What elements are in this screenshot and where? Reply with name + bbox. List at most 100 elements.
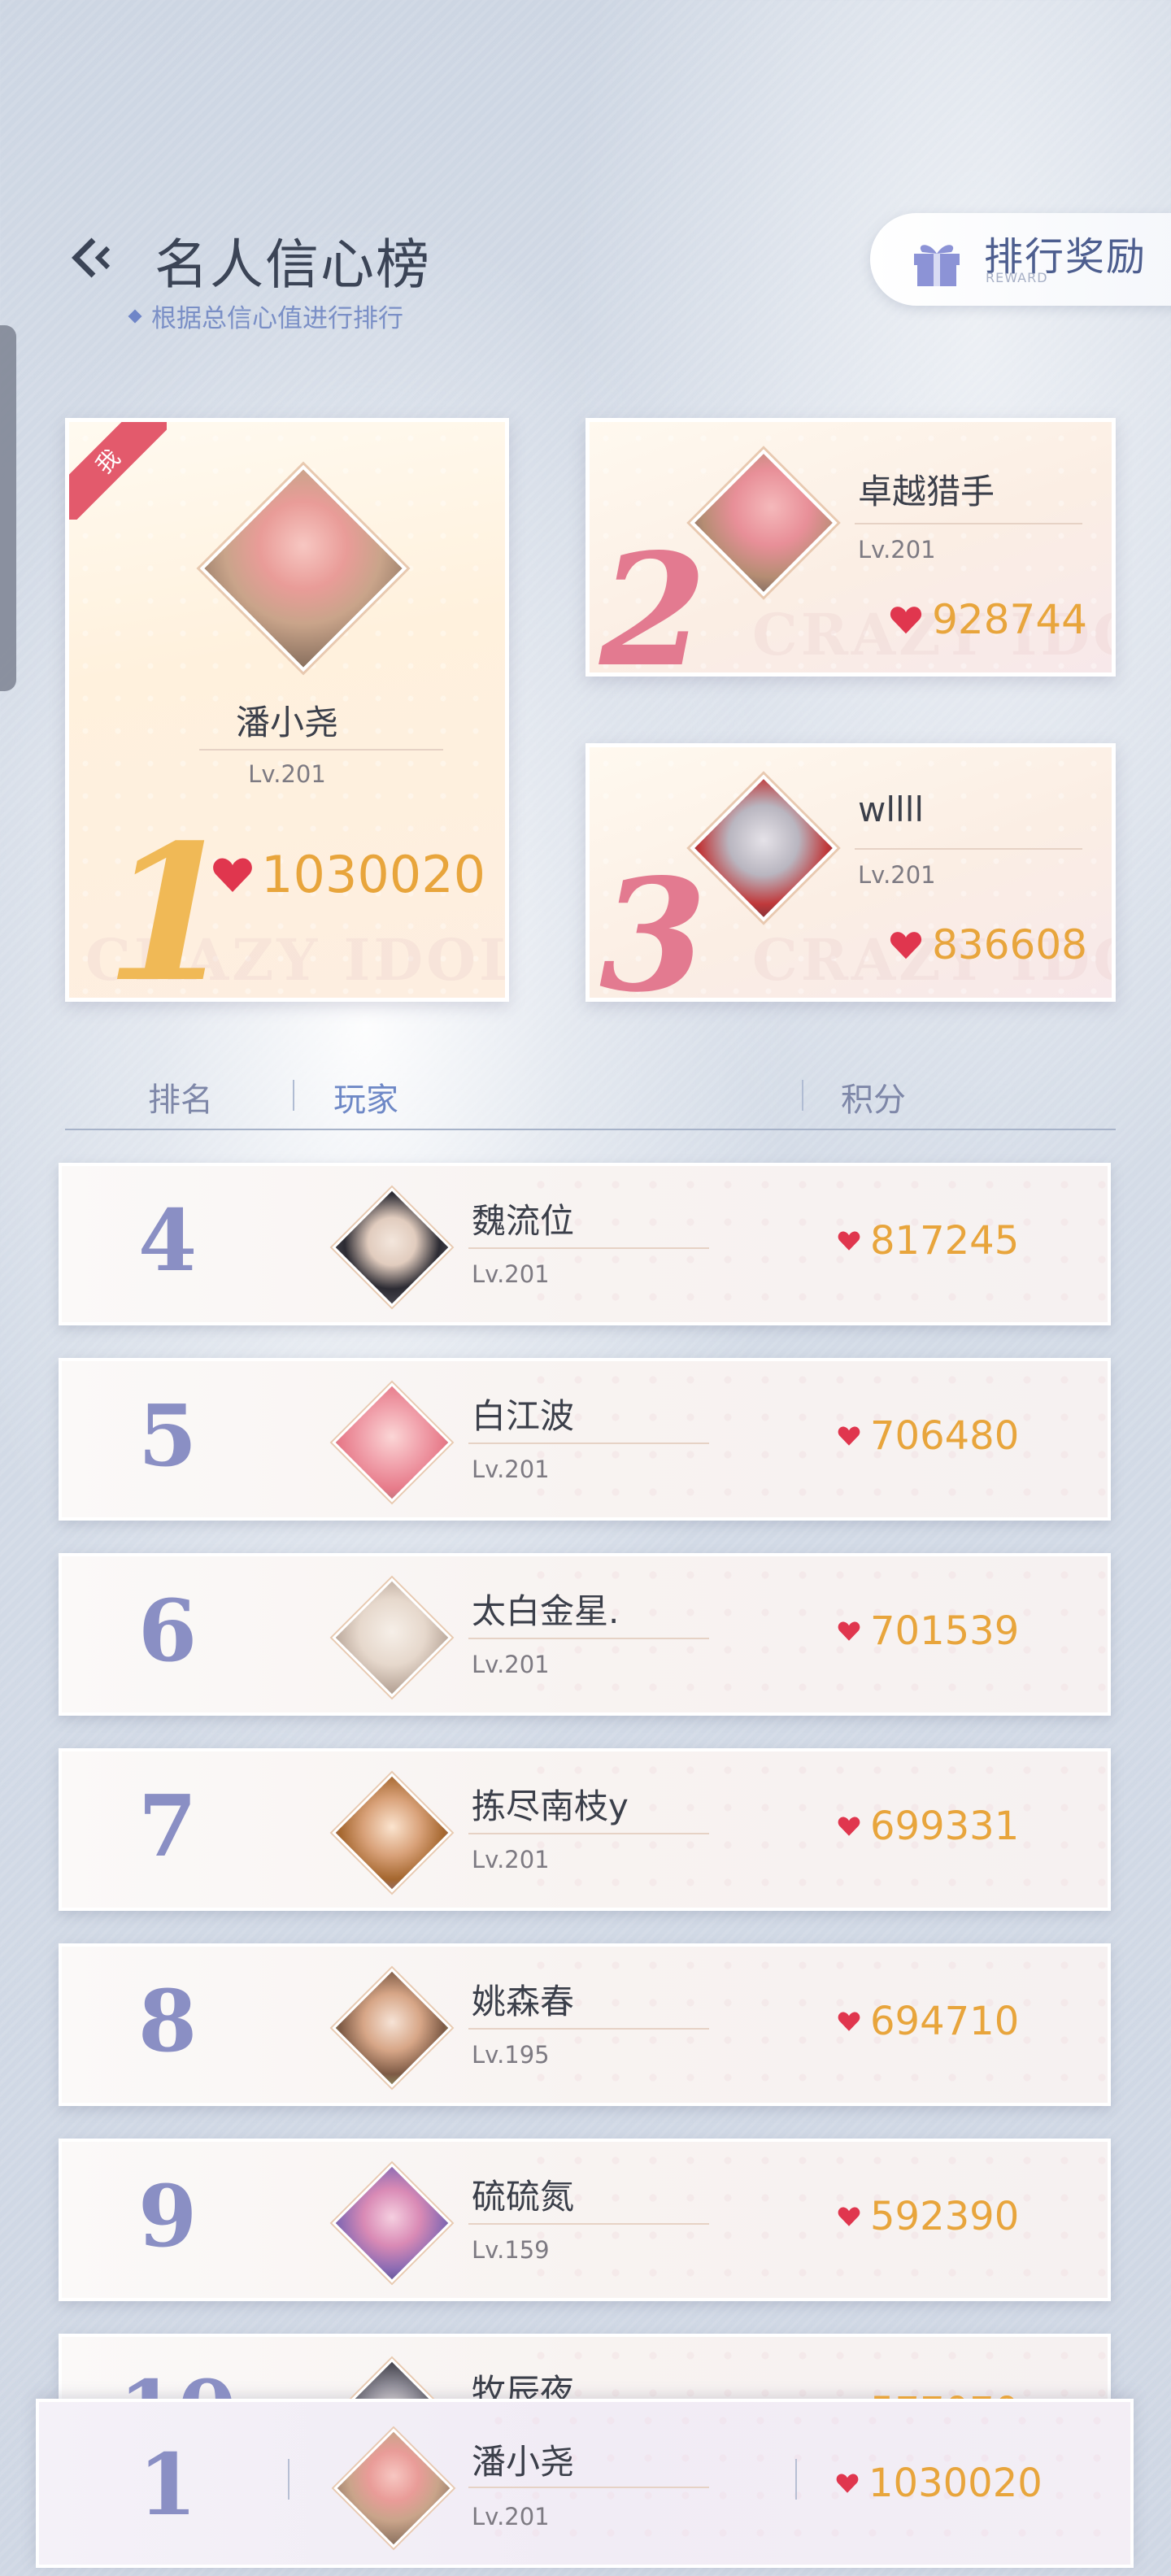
avatar[interactable]: [690, 774, 838, 922]
row-rank: 7: [137, 1776, 198, 1876]
player-name: wllll: [858, 790, 925, 829]
divider: [468, 2487, 709, 2488]
reward-button-sublabel: REWARD: [986, 270, 1048, 285]
column-separator: [293, 1080, 294, 1111]
ranking-list[interactable]: 4 魏流位 Lv.201 817245 5 白江波 Lv.201 706480 …: [0, 1138, 1171, 2399]
page-title: 名人信心榜: [155, 233, 431, 296]
heart-icon: [838, 1425, 860, 1447]
column-separator: [802, 1080, 803, 1111]
column-separator: [795, 2459, 797, 2500]
player-level: Lv.195: [472, 2041, 550, 2069]
avatar[interactable]: [332, 1773, 452, 1893]
score-value: 836608: [932, 921, 1087, 968]
player-level: Lv.201: [858, 861, 936, 889]
side-drawer-handle[interactable]: [0, 325, 16, 691]
player-name: 太白金星.: [472, 1591, 620, 1631]
player-score: 699331: [838, 1804, 1019, 1849]
divider: [855, 523, 1082, 524]
row-rank: 4: [137, 1190, 198, 1290]
podium-card-rank-2[interactable]: CRAZY IDOLS 2 卓越猎手 Lv.201 928744: [586, 418, 1116, 677]
page-subtitle: 根据总信心值进行排行: [151, 304, 403, 333]
ranking-row[interactable]: 9 硫硫氮 Lv.159 592390: [59, 2139, 1111, 2301]
my-player-level: Lv.201: [472, 2503, 550, 2530]
my-player-name: 潘小尧: [472, 2442, 575, 2482]
avatar[interactable]: [332, 1577, 452, 1698]
player-name: 魏流位: [472, 1201, 575, 1241]
player-level: Lv.201: [248, 760, 326, 788]
divider: [855, 848, 1082, 850]
me-badge: 我: [69, 422, 167, 520]
player-score: 592390: [838, 2194, 1019, 2239]
row-rank: 9: [137, 2166, 198, 2266]
divider: [468, 1442, 709, 1444]
score-value: 1030020: [261, 845, 486, 904]
player-name: 卓越猎手: [858, 472, 995, 511]
player-name: 姚森春: [472, 1982, 575, 2021]
divider: [199, 749, 443, 751]
player-name: 硫硫氮: [472, 2177, 575, 2217]
podium-card-rank-3[interactable]: CRAZY IDOLS 3 wllll Lv.201 836608: [586, 743, 1116, 1002]
ranking-list-header: 排名 玩家 积分: [65, 1065, 1116, 1130]
player-score: 817245: [838, 1218, 1019, 1264]
heart-icon: [836, 2473, 859, 2494]
heart-icon: [838, 1230, 860, 1251]
score-value: 701539: [870, 1608, 1020, 1654]
row-rank: 8: [137, 1971, 198, 2071]
avatar[interactable]: [332, 1968, 452, 2088]
divider: [468, 1833, 709, 1834]
my-rank: 1: [137, 2435, 198, 2535]
row-rank: 5: [137, 1386, 198, 1486]
row-rank: 10: [119, 2361, 237, 2399]
heart-icon: [890, 930, 922, 960]
player-level: Lv.201: [472, 1456, 550, 1483]
heart-icon: [838, 1621, 860, 1642]
divider: [468, 2223, 709, 2225]
heart-icon: [890, 605, 922, 635]
heart-icon: [212, 856, 253, 894]
avatar[interactable]: [333, 2428, 454, 2548]
avatar[interactable]: [332, 2358, 452, 2399]
player-score: 928744: [890, 596, 1087, 643]
avatar[interactable]: [199, 464, 407, 672]
score-value: 699331: [870, 1804, 1020, 1849]
player-name: 潘小尧: [235, 703, 338, 742]
column-player: 玩家: [333, 1081, 398, 1119]
player-score: 577070: [838, 2389, 1019, 2399]
avatar[interactable]: [690, 449, 838, 597]
podium-card-rank-1[interactable]: CRAZY IDOLS 我 1 潘小尧 Lv.201 1030020: [65, 418, 509, 1002]
player-level: Lv.201: [472, 1846, 550, 1873]
score-value: 928744: [932, 596, 1087, 643]
my-player-score: 1030020: [836, 2461, 1043, 2506]
player-score: 836608: [890, 921, 1087, 968]
ranking-row[interactable]: 5 白江波 Lv.201 706480: [59, 1358, 1111, 1521]
player-score: 701539: [838, 1608, 1019, 1654]
ranking-row[interactable]: 6 太白金星. Lv.201 701539: [59, 1553, 1111, 1716]
ranking-row[interactable]: 10 牧辰夜 577070: [59, 2334, 1111, 2399]
chevron-left-icon: [72, 237, 111, 278]
rank-reward-button[interactable]: 排行奖励 REWARD: [870, 213, 1171, 306]
player-score: 1030020: [212, 845, 485, 904]
subtitle-row: 根据总信心值进行排行: [128, 298, 403, 334]
player-name: 拣尽南枝y: [472, 1786, 629, 1826]
back-button[interactable]: [63, 231, 117, 285]
avatar[interactable]: [332, 2163, 452, 2283]
ranking-row[interactable]: 4 魏流位 Lv.201 817245: [59, 1163, 1111, 1325]
divider: [468, 2028, 709, 2030]
ranking-row[interactable]: 8 姚森春 Lv.195 694710: [59, 1943, 1111, 2106]
heart-icon: [838, 2011, 860, 2032]
score-value: 577070: [870, 2389, 1019, 2399]
avatar[interactable]: [332, 1382, 452, 1503]
my-rank-row[interactable]: 1 潘小尧 Lv.201 1030020: [36, 2399, 1134, 2568]
player-score: 706480: [838, 1413, 1019, 1459]
divider: [468, 1638, 709, 1639]
player-level: Lv.201: [472, 1260, 550, 1288]
row-rank: 6: [137, 1581, 198, 1681]
avatar[interactable]: [332, 1187, 452, 1308]
diamond-bullet-icon: [128, 309, 142, 323]
podium-rank-number: 2: [599, 520, 707, 677]
player-score: 694710: [838, 1999, 1019, 2044]
column-separator: [288, 2459, 289, 2500]
gift-icon: [914, 245, 960, 286]
ranking-row[interactable]: 7 拣尽南枝y Lv.201 699331: [59, 1748, 1111, 1911]
player-level: Lv.201: [472, 1651, 550, 1678]
